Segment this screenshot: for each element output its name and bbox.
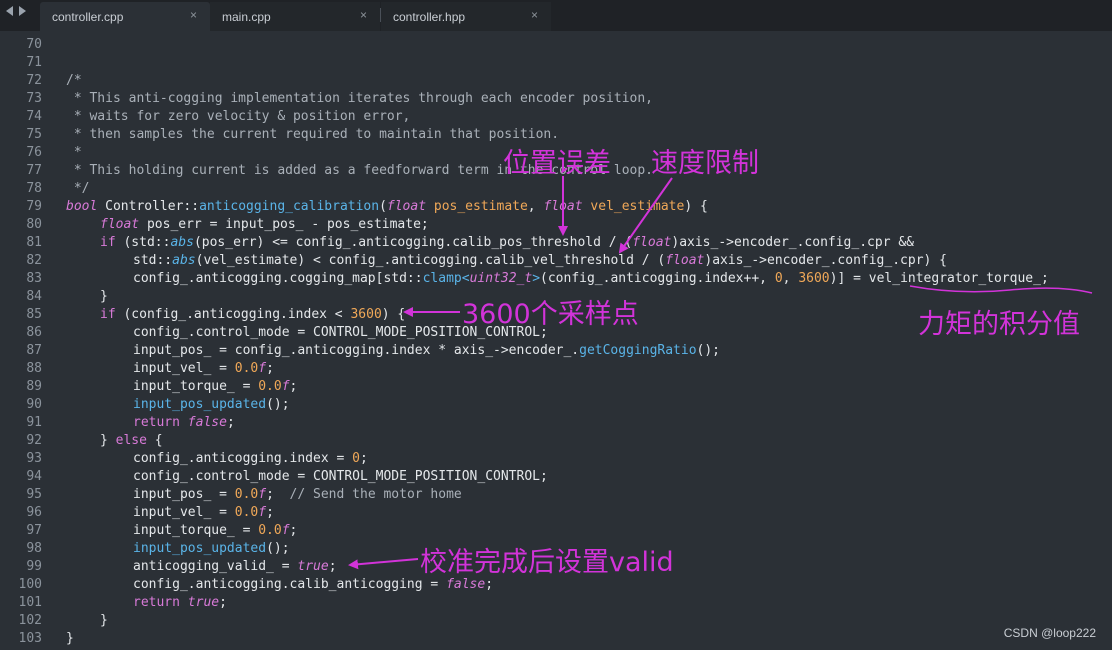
underline-torque — [909, 285, 1093, 294]
arrow-vel-limit — [618, 177, 673, 254]
annotation-samples: 3600个采样点 — [462, 299, 639, 330]
watermark: CSDN @loop222 — [1003, 626, 1096, 640]
annotation-vel-limit: 速度限制 — [651, 148, 759, 179]
annotation-valid: 校准完成后设置valid — [420, 547, 674, 578]
annotation-pos-error: 位置误差 — [503, 148, 611, 179]
annotation-torque: 力矩的积分值 — [918, 309, 1080, 340]
arrow-valid — [348, 558, 419, 570]
